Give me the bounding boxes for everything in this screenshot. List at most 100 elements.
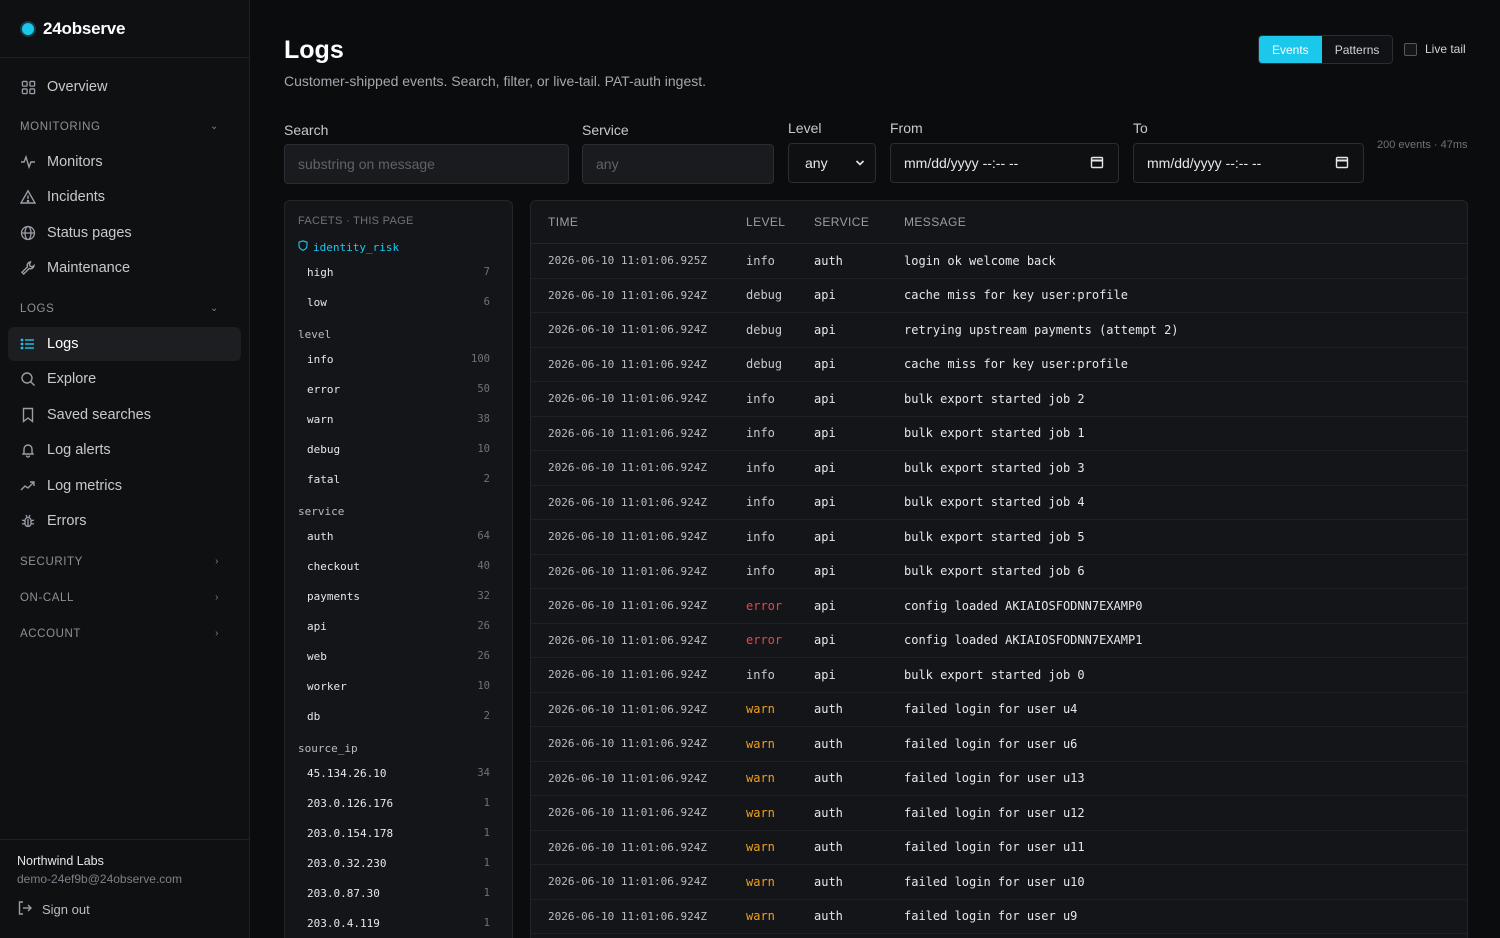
facet-item[interactable]: debug 10 — [285, 434, 512, 464]
log-time: 2026-06-10 11:01:06.924Z — [548, 564, 707, 578]
sidebar-item-incidents[interactable]: Incidents — [8, 180, 241, 214]
sidebar-item-monitors[interactable]: Monitors — [8, 145, 241, 179]
sidebar-item-maintenance[interactable]: Maintenance — [8, 251, 241, 285]
log-service: api — [814, 357, 836, 372]
facet-item[interactable]: high 7 — [285, 257, 512, 287]
from-label: From — [890, 120, 923, 136]
column-header-service[interactable]: SERVICE — [797, 215, 885, 229]
sidebar-item-overview[interactable]: Overview — [8, 70, 241, 104]
facet-item[interactable]: 203.0.32.230 1 — [285, 848, 512, 878]
table-row[interactable]: 2026-06-10 11:01:06.924Z debug api cache mi… — [531, 348, 1467, 382]
column-header-message[interactable]: MESSAGE — [885, 215, 1467, 229]
table-row[interactable]: 2026-06-10 11:01:06.924Z error api config l… — [531, 589, 1467, 624]
facet-item[interactable]: warn 38 — [285, 404, 512, 434]
table-row[interactable]: 2026-06-10 11:01:06.924Z info api bulk expo… — [531, 451, 1467, 486]
table-row[interactable]: 2026-06-10 11:01:06.924Z warn auth failed l… — [531, 900, 1467, 934]
section-logs[interactable]: LOGS ⌄ — [8, 291, 241, 327]
table-row[interactable]: 2026-06-10 11:01:06.924Z warn auth failed l… — [531, 831, 1467, 865]
table-row[interactable]: 2026-06-10 11:01:06.924Z warn auth failed l… — [531, 727, 1467, 762]
table-row[interactable]: 2026-06-10 11:01:06.924Z debug api retrying… — [531, 313, 1467, 348]
facet-group-label: level — [298, 327, 332, 341]
table-row[interactable]: 2026-06-10 11:01:06.924Z info api bulk expo… — [531, 520, 1467, 555]
org-name: Northwind Labs — [17, 854, 104, 868]
facet-item[interactable]: 45.134.26.10 34 — [285, 758, 512, 788]
log-level: warn — [746, 909, 775, 924]
facet-item[interactable]: 203.0.87.30 1 — [285, 878, 512, 908]
facet-item[interactable]: api 26 — [285, 611, 512, 641]
table-row[interactable]: 2026-06-10 11:01:06.924Z debug api cache mi… — [531, 279, 1467, 313]
facet-value: db — [307, 709, 321, 723]
section-label: ACCOUNT — [20, 627, 82, 640]
table-row[interactable]: 2026-06-10 11:01:06.924Z warn auth failed l… — [531, 865, 1467, 900]
live-tail-checkbox[interactable] — [1404, 42, 1417, 56]
log-service: api — [814, 495, 836, 510]
log-service: auth — [814, 702, 843, 717]
table-row[interactable]: 2026-06-10 11:01:06.924Z info api bulk expo… — [531, 555, 1467, 589]
facets-header: FACETS · THIS PAGE — [298, 215, 414, 227]
section-monitoring[interactable]: MONITORING ⌄ — [8, 109, 241, 145]
brand[interactable]: 24observe — [0, 0, 249, 58]
log-message: failed login for user u6 — [904, 736, 1078, 751]
table-row[interactable]: 2026-06-10 11:01:06.924Z info api bulk expo… — [531, 486, 1467, 520]
table-row[interactable]: 2026-06-10 11:01:06.925Z info auth login ok… — [531, 244, 1467, 279]
column-header-level[interactable]: LEVEL — [729, 215, 797, 229]
facet-value: info — [307, 352, 334, 366]
tab-events[interactable]: Events — [1259, 36, 1322, 63]
section-on-call[interactable]: ON-CALL › — [8, 580, 241, 616]
facet-item[interactable]: error 50 — [285, 374, 512, 404]
facet-item[interactable]: low 6 — [285, 287, 512, 317]
facet-item[interactable]: worker 10 — [285, 671, 512, 701]
facet-value: 203.0.32.230 — [307, 856, 387, 870]
sidebar-item-saved-searches[interactable]: Saved searches — [8, 398, 241, 432]
log-time: 2026-06-10 11:01:06.924Z — [548, 392, 707, 406]
table-row[interactable]: 2026-06-10 11:01:06.924Z warn auth failed l… — [531, 796, 1467, 831]
level-select[interactable]: any — [788, 143, 876, 183]
section-security[interactable]: SECURITY › — [8, 544, 241, 580]
sidebar-item-label: Explore — [47, 371, 97, 387]
facet-item[interactable]: 203.0.126.176 1 — [285, 788, 512, 818]
search-input[interactable]: substring on message — [284, 144, 569, 184]
to-datetime-input[interactable]: mm/dd/yyyy --:-- -- — [1133, 143, 1364, 183]
table-row[interactable]: 2026-06-10 11:01:06.924Z warn auth failed l… — [531, 693, 1467, 727]
facet-item[interactable]: fatal 2 — [285, 464, 512, 494]
table-row[interactable]: 2026-06-10 11:01:06.924Z info api bulk expo… — [531, 417, 1467, 451]
log-level: info — [746, 564, 775, 579]
facet-item[interactable]: payments 32 — [285, 581, 512, 611]
table-row[interactable]: 2026-06-10 11:01:06.924Z info api bulk expo… — [531, 382, 1467, 417]
sidebar-item-status-pages[interactable]: Status pages — [8, 216, 241, 250]
facet-item[interactable]: 203.0.4.119 1 — [285, 908, 512, 938]
table-row[interactable]: 2026-06-10 11:01:06.924Z error api config l… — [531, 624, 1467, 658]
bug-icon — [20, 513, 36, 529]
sidebar-item-log-alerts[interactable]: Log alerts — [8, 433, 241, 467]
sidebar-item-log-metrics[interactable]: Log metrics — [8, 469, 241, 503]
facet-item[interactable]: checkout 40 — [285, 551, 512, 581]
facet-item[interactable]: 203.0.154.178 1 — [285, 818, 512, 848]
facet-group-service: service — [285, 501, 512, 521]
facet-count: 2 — [483, 473, 490, 485]
facet-count: 10 — [477, 680, 490, 692]
facet-value: worker — [307, 679, 347, 693]
from-datetime-input[interactable]: mm/dd/yyyy --:-- -- — [890, 143, 1119, 183]
sidebar-item-label: Maintenance — [47, 260, 131, 276]
facet-item[interactable]: web 26 — [285, 641, 512, 671]
sign-out-button[interactable]: Sign out — [17, 900, 233, 919]
facet-item[interactable]: auth 64 — [285, 521, 512, 551]
section-account[interactable]: ACCOUNT › — [8, 616, 241, 652]
facet-item[interactable]: info 100 — [285, 344, 512, 374]
table-row[interactable]: 2026-06-10 11:01:06.924Z warn auth failed l… — [531, 762, 1467, 796]
service-input[interactable]: any — [582, 144, 774, 184]
calendar-icon[interactable] — [1090, 155, 1104, 172]
sidebar-item-explore[interactable]: Explore — [8, 362, 241, 396]
log-level: warn — [746, 771, 775, 786]
log-time: 2026-06-10 11:01:06.924Z — [548, 806, 707, 820]
live-tail-toggle[interactable]: Live tail — [1404, 42, 1466, 56]
facet-item[interactable]: db 2 — [285, 701, 512, 731]
column-header-time[interactable]: TIME — [531, 215, 729, 229]
log-service: api — [814, 322, 836, 337]
tab-patterns[interactable]: Patterns — [1321, 36, 1393, 63]
table-row[interactable]: 2026-06-10 11:01:06.924Z info api bulk expo… — [531, 658, 1467, 693]
calendar-icon[interactable] — [1335, 155, 1349, 172]
sidebar-item-errors[interactable]: Errors — [8, 504, 241, 538]
sidebar-item-logs[interactable]: Logs — [8, 326, 241, 361]
app-root: 24observe Overview MONITORING ⌄ Monitors — [0, 0, 1500, 938]
